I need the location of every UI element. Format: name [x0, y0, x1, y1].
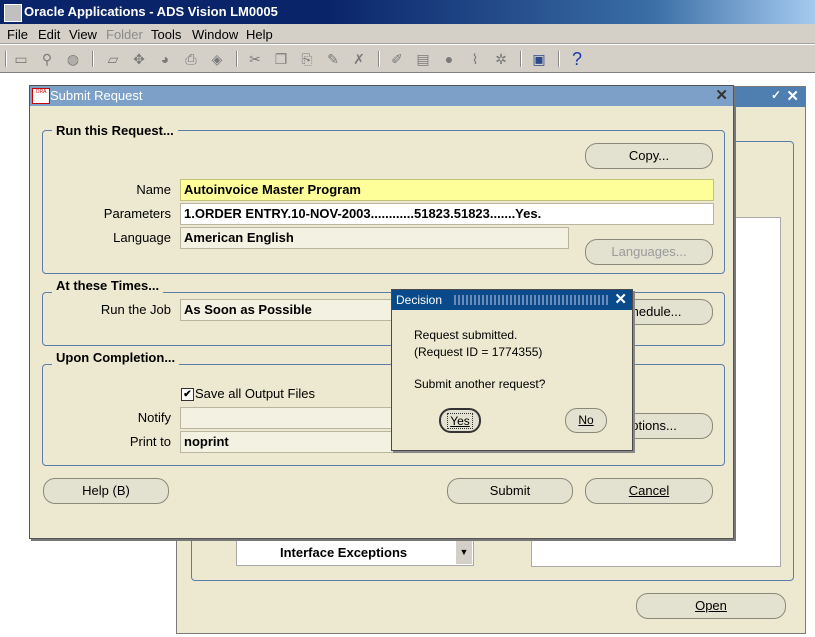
print-to-field[interactable]: noprint — [180, 431, 420, 453]
paste-icon[interactable]: ⎘ — [298, 50, 316, 68]
parameters-label: Parameters — [103, 206, 171, 221]
run-job-field[interactable]: As Soon as Possible — [180, 299, 420, 321]
menu-view[interactable]: View — [69, 27, 97, 42]
attachments-icon[interactable]: ⌇ — [466, 50, 484, 68]
app-title: Oracle Applications - ADS Vision LM0005 — [24, 4, 278, 19]
menu-folder[interactable]: Folder — [106, 27, 143, 42]
cut-icon[interactable]: ✂ — [246, 50, 264, 68]
submit-button[interactable]: Submit — [447, 478, 573, 504]
background-list-field[interactable]: Interface Exceptions ▼ — [236, 539, 474, 566]
no-button[interactable]: No — [565, 408, 607, 433]
notify-label: Notify — [137, 410, 171, 425]
close-icon[interactable]: ✕ — [786, 87, 799, 105]
chevron-down-icon[interactable]: ▼ — [456, 541, 472, 564]
save-output-label: Save all Output Files — [195, 386, 315, 401]
completion-group-title: Upon Completion... — [52, 350, 180, 365]
close-icon[interactable]: ✕ — [614, 290, 627, 308]
submit-request-title-bar: ORA Submit Request ✕ — [30, 86, 733, 106]
switch-responsibility-icon[interactable]: ◕ — [156, 50, 174, 68]
window-help-icon[interactable]: ▣ — [530, 50, 548, 68]
new-icon[interactable]: ▭ — [12, 50, 30, 68]
decision-title-bar: Decision ✕ — [392, 290, 632, 310]
submit-request-title: Submit Request — [50, 88, 143, 103]
zoom-icon[interactable]: ▤ — [414, 50, 432, 68]
notify-field[interactable] — [180, 407, 420, 429]
decision-dialog: Decision ✕ Request submitted. (Request I… — [391, 289, 633, 451]
run-request-group-title: Run this Request... — [52, 123, 178, 138]
language-label: Language — [113, 230, 171, 245]
menu-bar: File Edit View Folder Tools Window Help — [0, 24, 815, 44]
folder-tools-icon[interactable]: ✲ — [492, 50, 510, 68]
print-to-label: Print to — [129, 434, 171, 449]
translations-icon[interactable]: ● — [440, 50, 458, 68]
delete-record-icon[interactable]: ✗ — [350, 50, 368, 68]
next-step-icon[interactable]: ✥ — [130, 50, 148, 68]
language-field[interactable]: American English — [180, 227, 569, 249]
edit-field-icon[interactable]: ✐ — [388, 50, 406, 68]
minimize-icon[interactable]: ✓ — [771, 88, 781, 102]
interface-exceptions-value: Interface Exceptions — [280, 545, 408, 560]
new-record-icon[interactable]: ✎ — [324, 50, 342, 68]
oracle-app-icon — [4, 4, 22, 22]
print-icon[interactable]: ⎙ — [182, 50, 200, 68]
app-title-bar: Oracle Applications - ADS Vision LM0005 — [0, 0, 815, 24]
open-button[interactable]: Open — [636, 593, 786, 619]
times-group-title: At these Times... — [52, 278, 164, 293]
decision-title: Decision — [396, 293, 443, 307]
save-output-checkbox[interactable]: ✔ — [181, 388, 194, 401]
find-icon[interactable]: ⚲ — [38, 50, 56, 68]
help-question-icon[interactable]: ? — [568, 50, 586, 68]
run-job-label: Run the Job — [100, 302, 171, 317]
parameters-field[interactable]: 1.ORDER ENTRY.10-NOV-2003............518… — [180, 203, 714, 225]
navigator-icon[interactable]: ◍ — [64, 50, 82, 68]
menu-tools[interactable]: Tools — [151, 27, 181, 42]
save-icon[interactable]: ▱ — [104, 50, 122, 68]
copy-button[interactable]: Copy... — [585, 143, 713, 169]
decision-message-line2: (Request ID = 1774355) — [414, 345, 543, 359]
yes-button[interactable]: Yes — [439, 408, 481, 433]
menu-edit[interactable]: Edit — [38, 27, 60, 42]
toolbar: ▭ ⚲ ◍ ▱ ✥ ◕ ⎙ ◈ ✂ ❐ ⎘ ✎ ✗ ✐ ▤ ● ⌇ ✲ ▣ ? — [0, 45, 815, 73]
close-form-icon[interactable]: ◈ — [208, 50, 226, 68]
copy-icon[interactable]: ❐ — [272, 50, 290, 68]
menu-window[interactable]: Window — [192, 27, 238, 42]
help-button[interactable]: Help (B) — [43, 478, 169, 504]
decision-question: Submit another request? — [414, 377, 546, 391]
cancel-button[interactable]: Cancel — [585, 478, 713, 504]
menu-file[interactable]: File — [7, 27, 28, 42]
close-icon[interactable]: ✕ — [715, 86, 728, 104]
oracle-window-icon: ORA — [32, 88, 50, 104]
decision-message-line1: Request submitted. — [414, 328, 518, 342]
name-field[interactable]: Autoinvoice Master Program — [180, 179, 714, 201]
languages-button[interactable]: Languages... — [585, 239, 713, 265]
name-label: Name — [136, 182, 171, 197]
title-bar-grip — [454, 295, 609, 305]
menu-help[interactable]: Help — [246, 27, 273, 42]
